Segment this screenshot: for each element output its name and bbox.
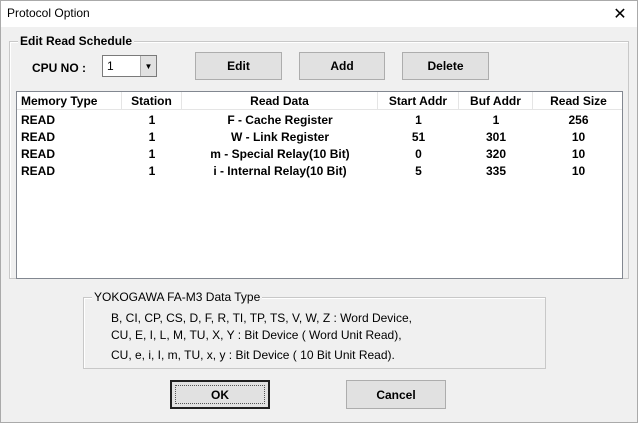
- cell-read-size: 10: [571, 129, 586, 144]
- cell-read-size: 10: [571, 146, 586, 161]
- column-header-memory-type[interactable]: Memory Type: [17, 92, 122, 110]
- info-line-word-device: B, CI, CP, CS, D, F, R, TI, TP, TS, V, W…: [111, 311, 412, 325]
- cell-memory-type: READ: [21, 129, 56, 144]
- cell-memory-type: READ: [21, 112, 56, 127]
- cell-read-data: m - Special Relay(10 Bit): [210, 146, 350, 161]
- add-button[interactable]: Add: [299, 52, 385, 80]
- cpu-no-select[interactable]: 1 ▼: [102, 55, 157, 77]
- column-header-start-addr[interactable]: Start Addr: [378, 92, 459, 110]
- column-header-read-size[interactable]: Read Size: [533, 92, 622, 110]
- column-header-buf-addr[interactable]: Buf Addr: [459, 92, 533, 110]
- cell-start-addr: 0: [415, 146, 422, 161]
- cell-buf-addr: 320: [485, 146, 507, 161]
- cell-read-data: i - Internal Relay(10 Bit): [213, 163, 347, 178]
- table-row[interactable]: READ 1 m - Special Relay(10 Bit) 0 320 1…: [17, 145, 622, 162]
- cell-station: 1: [148, 129, 156, 144]
- cpu-no-value: 1: [107, 59, 114, 73]
- read-schedule-table[interactable]: Memory Type Station Read Data Start Addr…: [16, 91, 623, 279]
- cell-read-data: W - Link Register: [230, 129, 329, 144]
- cell-station: 1: [148, 163, 156, 178]
- cell-buf-addr: 335: [485, 163, 507, 178]
- info-line-bit-device-word: CU, E, I, L, M, TU, X, Y : Bit Device ( …: [111, 328, 402, 342]
- table-row[interactable]: READ 1 i - Internal Relay(10 Bit) 5 335 …: [17, 162, 622, 179]
- cell-read-size: 256: [568, 112, 589, 127]
- cpu-no-label: CPU NO :: [32, 61, 86, 75]
- table-row[interactable]: READ 1 F - Cache Register 1 1 256: [17, 111, 622, 128]
- cell-start-addr: 1: [415, 112, 422, 127]
- window-title: Protocol Option: [7, 6, 90, 20]
- cell-memory-type: READ: [21, 163, 56, 178]
- close-icon[interactable]: ✕: [603, 1, 637, 27]
- column-header-station[interactable]: Station: [122, 92, 182, 110]
- ok-button[interactable]: OK: [170, 380, 270, 409]
- cell-start-addr: 5: [415, 163, 422, 178]
- cell-station: 1: [148, 146, 156, 161]
- data-type-info-legend: YOKOGAWA FA-M3 Data Type: [92, 290, 263, 304]
- table-header: Memory Type Station Read Data Start Addr…: [17, 92, 622, 110]
- protocol-option-dialog: Protocol Option ✕ Edit Read Schedule CPU…: [0, 0, 638, 423]
- cell-memory-type: READ: [21, 146, 56, 161]
- cell-buf-addr: 1: [492, 112, 500, 127]
- title-bar: Protocol Option ✕: [1, 1, 637, 27]
- cancel-button[interactable]: Cancel: [346, 380, 446, 409]
- cell-read-data: F - Cache Register: [227, 112, 333, 127]
- edit-read-schedule-legend: Edit Read Schedule: [18, 34, 135, 48]
- cell-buf-addr: 301: [485, 129, 507, 144]
- table-row[interactable]: READ 1 W - Link Register 51 301 10: [17, 128, 622, 145]
- column-header-read-data[interactable]: Read Data: [182, 92, 378, 110]
- edit-button[interactable]: Edit: [195, 52, 282, 80]
- dialog-client-area: Edit Read Schedule CPU NO : 1 ▼ Edit Add…: [1, 28, 637, 422]
- info-line-bit-device-10bit: CU, e, i, I, m, TU, x, y : Bit Device ( …: [111, 348, 395, 362]
- cell-start-addr: 51: [411, 129, 426, 144]
- delete-button[interactable]: Delete: [402, 52, 489, 80]
- cell-station: 1: [148, 112, 156, 127]
- chevron-down-icon[interactable]: ▼: [140, 56, 156, 76]
- cell-read-size: 10: [571, 163, 586, 178]
